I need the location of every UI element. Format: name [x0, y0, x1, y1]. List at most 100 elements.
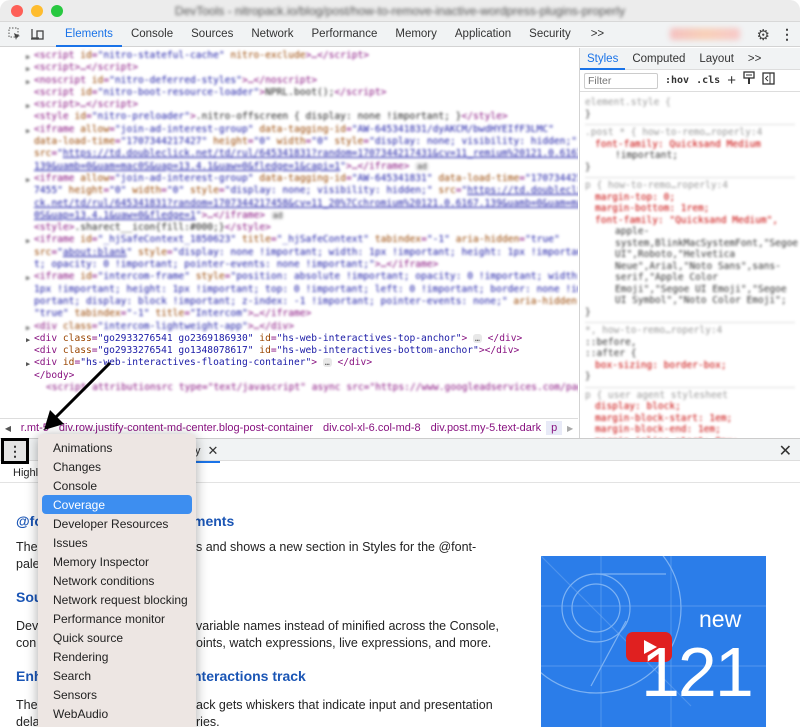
menu-item-animations[interactable]: Animations [42, 438, 192, 457]
para3-left: The dela [16, 698, 40, 727]
style-rules[interactable]: element.style {} .post * { how-to-remo…ro… [580, 92, 800, 438]
dom-line[interactable]: src="https://td.doubleclick.net/td/rul/6… [0, 148, 578, 160]
menu-item-search[interactable]: Search [42, 666, 192, 685]
more-tabs-button[interactable]: >> [582, 22, 613, 46]
dom-line[interactable]: <style id="nitro-preloader">.nitro-offsc… [0, 111, 578, 123]
styles-toolbar: :hov .cls + [580, 70, 800, 92]
dom-line[interactable]: 139&uamb=0&uam=mac0S&uap=13.4.1&uaw=0&fl… [0, 161, 578, 173]
video-thumbnail[interactable]: new 121 [541, 556, 766, 727]
dom-line[interactable]: <script>…</script> [0, 99, 578, 113]
breadcrumb-item[interactable]: div.col-xl-6.col-md-8 [318, 422, 426, 434]
menu-item-developer-resources[interactable]: Developer Resources [42, 514, 192, 533]
breadcrumb-item[interactable]: r.mt-5 [16, 422, 54, 434]
breadcrumb-scroll-left-icon[interactable]: ◀ [0, 424, 16, 433]
tab-security[interactable]: Security [520, 22, 580, 46]
menu-item-webaudio[interactable]: WebAudio [42, 704, 192, 723]
dom-line[interactable]: 0S&uap=13.4.1&uaw=0&fledge=1">…</iframe>… [0, 210, 578, 222]
hov-toggle[interactable]: :hov [665, 75, 689, 86]
dom-line[interactable]: data-load-time="1707344217427" height="0… [0, 136, 578, 148]
style-rule[interactable]: *, how-to-remo…roperly:4::before,::after… [585, 323, 795, 388]
dom-line[interactable]: "true" tabindex="-1" title="Intercom">…<… [0, 308, 578, 320]
drawer-close-icon[interactable]: ✕ [779, 441, 792, 461]
menu-item-sensors[interactable]: Sensors [42, 685, 192, 704]
menu-item-console[interactable]: Console [42, 476, 192, 495]
tab-memory[interactable]: Memory [386, 22, 446, 46]
tab-application[interactable]: Application [446, 22, 520, 46]
dom-line[interactable]: <script>…</script> [0, 62, 578, 76]
menu-item-performance-monitor[interactable]: Performance monitor [42, 609, 192, 628]
tab-sources[interactable]: Sources [182, 22, 242, 46]
toggle-sidebar-icon[interactable] [762, 71, 775, 90]
para2-right: variable names instead of minified acros… [196, 619, 499, 650]
style-rule[interactable]: p { user agent stylesheet display: block;… [585, 388, 795, 439]
dom-line[interactable]: <iframe allow="join-ad-interest-group" d… [0, 124, 578, 138]
device-toolbar-icon[interactable] [26, 22, 48, 46]
more-tools-menu: Animations Changes Console Coverage Develope… [38, 434, 196, 727]
new-style-rule-icon[interactable]: + [727, 72, 736, 89]
panel-tabs: Elements Console Sources Network Performance… [56, 22, 580, 47]
menu-item-rendering[interactable]: Rendering [42, 647, 192, 666]
dom-line[interactable]: <style>.sharect__icon{fill:#000;}</style… [0, 222, 578, 234]
styles-tabs: Styles Computed Layout >> [580, 48, 800, 70]
dom-line-body-close[interactable]: </body> [0, 370, 578, 382]
menu-item-coverage[interactable]: Coverage [42, 495, 192, 514]
dom-line[interactable]: src="about:blank" style="display: none !… [0, 247, 578, 259]
issue-badges[interactable] [670, 28, 740, 40]
styles-filter-input[interactable] [584, 72, 658, 89]
tab-performance[interactable]: Performance [303, 22, 387, 46]
menu-item-changes[interactable]: Changes [42, 457, 192, 476]
styles-tab-more[interactable]: >> [741, 48, 768, 69]
dom-tree[interactable]: <script id="nitro-stateful-cache" nitro-… [0, 48, 578, 418]
dom-line[interactable]: 1px !important; height: 1px !important; … [0, 284, 578, 296]
dom-line[interactable]: <script id="nitro-stateful-cache" nitro-… [0, 50, 578, 64]
dom-line[interactable]: 7455" height="0" width="0" style="displa… [0, 185, 578, 197]
dom-line-hs-web-interactives[interactable]: <div id="hs-web-interactives-floating-co… [0, 357, 578, 371]
breadcrumb-item[interactable]: div.row.justify-content-md-center.blog-p… [54, 422, 318, 434]
expand-ellipsis-button[interactable]: … [473, 333, 482, 343]
dom-line-hs-web-interactives[interactable]: <div class="go2933276541 go2369186930" i… [0, 333, 578, 347]
styles-tab-layout[interactable]: Layout [692, 48, 741, 69]
tab-elements[interactable]: Elements [56, 22, 122, 47]
styles-tab-styles[interactable]: Styles [580, 48, 626, 70]
tab-network[interactable]: Network [242, 22, 302, 46]
para3-right: ack gets whiskers that indicate input an… [196, 698, 493, 727]
paint-brush-icon[interactable] [743, 71, 755, 90]
devtools-window: DevTools - nitropack.io/blog/post/how-to… [0, 0, 800, 727]
main-toolbar: Elements Console Sources Network Performance… [0, 22, 800, 47]
style-rule[interactable]: element.style {} [585, 95, 795, 125]
menu-item-network-conditions[interactable]: Network conditions [42, 571, 192, 590]
dom-line[interactable]: portant; display: block !important; z-in… [0, 296, 578, 308]
thumb-version-label: 121 [641, 633, 754, 711]
breadcrumb-item[interactable]: div.post.my-5.text-dark [426, 422, 546, 434]
dom-line[interactable]: <iframe allow="join-ad-interest-group" d… [0, 173, 578, 187]
dom-line[interactable]: <noscript id="nitro-deferred-styles">…</… [0, 75, 578, 89]
more-tools-kebab-button[interactable]: ⋮ [1, 438, 29, 464]
cls-toggle[interactable]: .cls [696, 75, 720, 86]
inspect-element-icon[interactable] [4, 22, 26, 46]
style-rule[interactable]: .post * { how-to-remo…roperly:4 font-fami… [585, 125, 795, 178]
customize-menu-icon[interactable]: ⋮ [780, 26, 794, 43]
menu-item-network-request-blocking[interactable]: Network request blocking [42, 590, 192, 609]
menu-item-memory-inspector[interactable]: Memory Inspector [42, 552, 192, 571]
dom-line[interactable]: <script id="nitro-boot-resource-loader">… [0, 87, 578, 99]
title-bar: DevTools - nitropack.io/blog/post/how-to… [0, 0, 800, 22]
breadcrumb-scroll-right-icon[interactable]: ▶ [562, 424, 578, 433]
dom-line-hs-web-interactives[interactable]: <div class="go2933276541 go1348078617" i… [0, 345, 578, 357]
dom-line[interactable]: t; opacity: 0 !important; pointer-events… [0, 259, 578, 271]
breadcrumb-item[interactable]: p [546, 421, 563, 435]
dom-line[interactable]: ck.net/td/rul/645341831?random=170734421… [0, 198, 578, 210]
dom-line-partial[interactable]: <script attributionsrc type="text/javasc… [0, 382, 578, 394]
dom-line[interactable]: <iframe id="_hjSafeContext_1850623" titl… [0, 234, 578, 248]
menu-item-issues[interactable]: Issues [42, 533, 192, 552]
expand-ellipsis-button[interactable]: … [322, 358, 332, 368]
settings-gear-icon[interactable]: ⚙ [757, 26, 770, 44]
elements-panel: <script id="nitro-stateful-cache" nitro-… [0, 48, 800, 438]
dom-line[interactable]: <div class="intercom-lightweight-app">…<… [0, 321, 578, 335]
dom-line[interactable]: <iframe id="intercom-frame" style="posit… [0, 271, 578, 285]
tab-console[interactable]: Console [122, 22, 182, 46]
style-rule[interactable]: p { how-to-remo…roperly:4 margin-top: 0; m… [585, 178, 798, 323]
drawer-tab-close-icon[interactable]: ✕ [208, 443, 219, 459]
menu-item-quick-source[interactable]: Quick source [42, 628, 192, 647]
styles-tab-computed[interactable]: Computed [625, 48, 692, 69]
drawer-tab-whats-new[interactable]: y ✕ [184, 439, 221, 463]
